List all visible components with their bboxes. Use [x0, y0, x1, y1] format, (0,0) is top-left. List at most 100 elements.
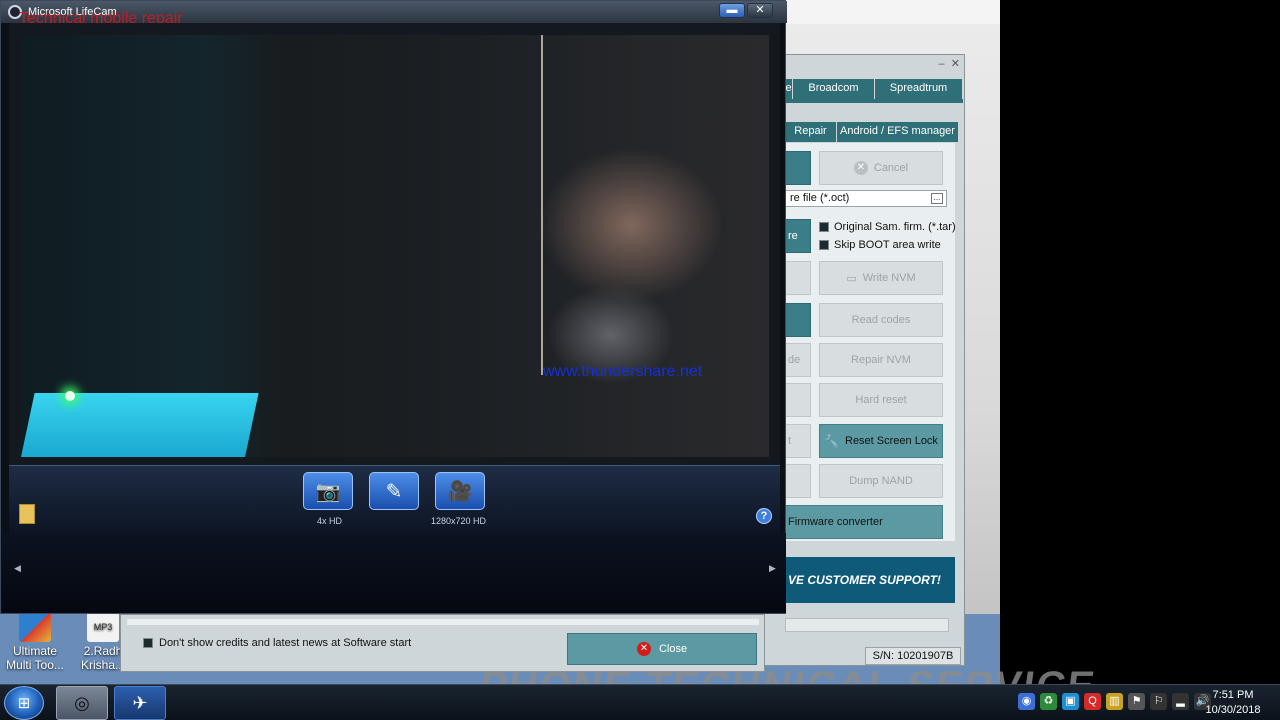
webcam-icon: ◎ [74, 692, 90, 713]
quick-heal-icon[interactable]: Q [1084, 693, 1101, 710]
repair-nvm-label: Repair NVM [851, 354, 911, 366]
tab-repair[interactable]: Repair [785, 122, 837, 142]
signal-icon[interactable]: ▂ [1172, 693, 1189, 710]
dump-nand-label: Dump NAND [849, 475, 913, 487]
reset-screen-lock-button[interactable]: 🔧 Reset Screen Lock [819, 424, 943, 458]
dump-nand-button[interactable]: Dump NAND [819, 464, 943, 498]
taskbar-tool[interactable]: ✈ [114, 686, 166, 720]
tab-broadcom[interactable]: Broadcom [793, 79, 875, 99]
windows-logo-icon: ⊞ [17, 695, 31, 712]
close-window-button[interactable]: ✕ [747, 3, 773, 18]
camera-tray-icon[interactable]: ▣ [1062, 693, 1079, 710]
capture-controls: 📷 4x HD ✎ 🎥 1280x720 HD ? [9, 465, 780, 533]
help-icon[interactable]: ? [756, 508, 772, 524]
video-resolution-label: 1280x720 HD [431, 516, 487, 526]
gallery-strip: ◀ ▶ [2, 533, 786, 613]
lifecam-titlebar[interactable]: Microsoft LifeCam Technical mobile repai… [1, 1, 787, 27]
chrome-icon[interactable]: ◉ [1018, 693, 1035, 710]
close-icon: ✕ [636, 642, 651, 656]
clock[interactable]: 7:51 PM 10/30/2018 [1200, 688, 1266, 718]
close-button[interactable]: ✕ Close [567, 633, 757, 665]
action-center-icon[interactable]: ⚐ [1150, 693, 1167, 710]
desktop-background-dark [1000, 0, 1280, 684]
write-nvm-label: Write NVM [862, 272, 916, 284]
tab-spreadtrum[interactable]: Spreadtrum [875, 79, 963, 99]
preview-led [65, 391, 75, 401]
mp3-file-icon: MP3 [87, 612, 119, 642]
flash-button-partial[interactable]: re [785, 219, 811, 253]
system-tray: ◉ ♻ ▣ Q ▥ ⚑ ⚐ ▂ 🔊 [1018, 693, 1211, 710]
scroll-right-icon[interactable]: ▶ [769, 563, 776, 574]
repair-nvm-button[interactable]: Repair NVM [819, 343, 943, 377]
photo-resolution-label: 4x HD [317, 516, 343, 526]
write-nvm-icon: ▭ [846, 272, 857, 285]
left-button-partial[interactable] [785, 303, 811, 337]
preview-cable [541, 35, 543, 375]
taskbar-lifecam[interactable]: ◎ [56, 686, 108, 720]
bar-chart-icon[interactable]: ▥ [1106, 693, 1123, 710]
sub-tabs: Repair Android / EFS manager [785, 122, 959, 142]
start-button[interactable]: ⊞ [4, 686, 44, 720]
reset-screen-lock-label: Reset Screen Lock [845, 435, 938, 447]
cancel-label: Cancel [873, 162, 909, 174]
firmware-file-value: re file (*.oct) [790, 192, 850, 204]
minimize-button[interactable]: ▬ [719, 3, 745, 18]
left-button-partial[interactable]: de [785, 343, 811, 377]
wrench-icon: 🔧 [824, 434, 839, 448]
preview-glowing-screen [21, 393, 259, 457]
tool-window-controls[interactable]: – ✕ [939, 57, 960, 70]
option-original-sam-firmware[interactable]: Original Sam. firm. (*.tar) [819, 221, 956, 233]
write-nvm-button[interactable]: ▭ Write NVM [819, 261, 943, 295]
left-button-partial[interactable] [785, 383, 811, 417]
scroll-left-icon[interactable]: ◀ [14, 563, 21, 574]
start-button-partial[interactable] [785, 151, 811, 185]
option-label: Skip BOOT area write [834, 239, 941, 251]
read-codes-label: Read codes [851, 314, 911, 326]
checkbox[interactable] [819, 240, 829, 250]
camera-preview-frame: www.thundershare.net [9, 23, 780, 465]
ultimate-multi-tool-icon [19, 612, 51, 642]
tab-android-efs-manager[interactable]: Android / EFS manager [837, 122, 959, 142]
taskbar: ⊞ ◎ ✈ ◉ ♻ ▣ Q ▥ ⚑ ⚐ ▂ 🔊 7:51 PM 10/30/20… [0, 684, 1280, 720]
firmware-file-field[interactable]: re file (*.oct) ... [785, 190, 947, 207]
unlock-tool-window: – ✕ e Broadcom Spreadtrum Repair Android… [760, 54, 965, 666]
browse-icon[interactable]: ... [931, 193, 943, 204]
left-button-partial[interactable] [785, 464, 811, 498]
firmware-converter-button[interactable]: Firmware converter [785, 505, 943, 539]
video-camera-icon: 🎥 [447, 480, 473, 503]
tool-app-icon: ✈ [132, 692, 148, 713]
take-photo-button[interactable]: 📷 [303, 472, 353, 510]
recycle-icon[interactable]: ♻ [1040, 693, 1057, 710]
hard-reset-button[interactable]: Hard reset [819, 383, 943, 417]
tab-partial[interactable]: e [785, 79, 793, 99]
hard-reset-label: Hard reset [855, 394, 907, 406]
record-video-button[interactable]: 🎥 [435, 472, 485, 510]
dont-show-credits-label: Don't show credits and latest news at So… [159, 637, 412, 649]
dont-show-credits-option[interactable]: Don't show credits and latest news at So… [143, 637, 411, 649]
cancel-button[interactable]: ✕ Cancel [819, 151, 943, 185]
left-button-partial[interactable] [785, 261, 811, 295]
read-codes-button[interactable]: Read codes [819, 303, 943, 337]
magic-wand-icon: ✎ [385, 480, 403, 503]
camera-icon: 📷 [315, 480, 341, 503]
banner-label: VE CUSTOMER SUPPORT! [788, 573, 941, 587]
left-button-label: de [788, 354, 801, 366]
network-alert-icon[interactable]: ⚑ [1128, 693, 1145, 710]
cancel-icon: ✕ [853, 161, 868, 175]
camera-preview: www.thundershare.net [21, 35, 769, 457]
progress-bar [785, 618, 949, 632]
option-label: Original Sam. firm. (*.tar) [834, 221, 956, 233]
effects-button[interactable]: ✎ [369, 472, 419, 510]
folder-icon[interactable] [19, 504, 35, 524]
checkbox[interactable] [819, 222, 829, 232]
left-button-label: t [788, 435, 792, 447]
desktop-icon-ultimate-multi-tool[interactable]: Ultimate Multi Too... [4, 612, 66, 672]
serial-number: S/N: 10201907B [865, 647, 961, 665]
lifecam-window: Microsoft LifeCam Technical mobile repai… [0, 0, 787, 614]
flash-button-label: re [788, 230, 798, 242]
watermark-text: www.thundershare.net [543, 363, 703, 380]
left-button-partial[interactable]: t [785, 424, 811, 458]
option-skip-boot-area[interactable]: Skip BOOT area write [819, 239, 941, 251]
checkbox[interactable] [143, 638, 153, 648]
customer-support-banner[interactable]: VE CUSTOMER SUPPORT! [785, 557, 955, 603]
